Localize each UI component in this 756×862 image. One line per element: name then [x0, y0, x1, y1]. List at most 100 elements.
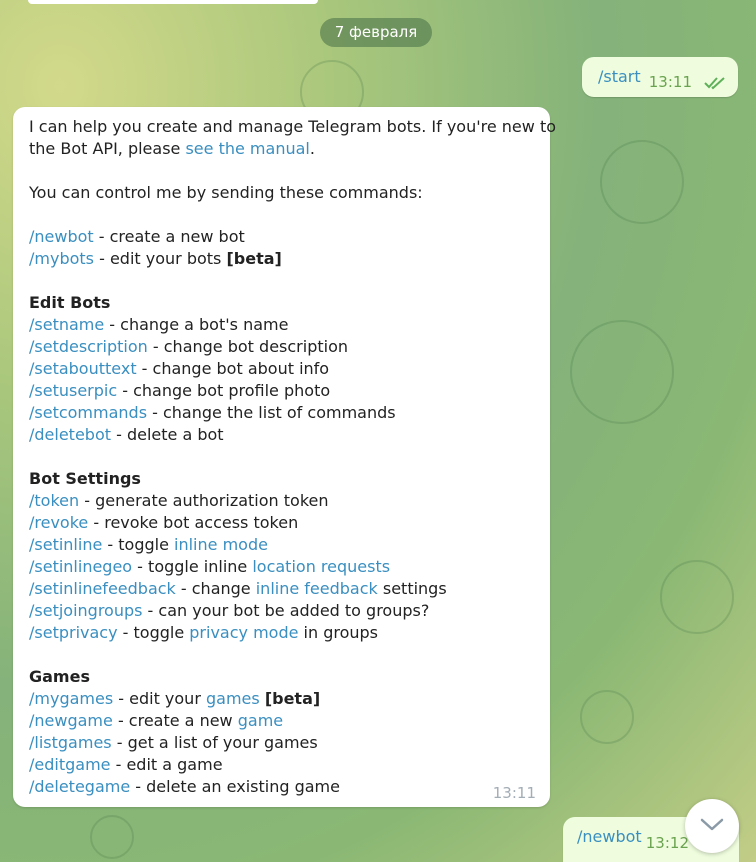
command-link-newbot[interactable]: /newbot: [29, 227, 94, 246]
command-line: /revoke - revoke bot access token: [29, 512, 534, 534]
games-link[interactable]: games: [206, 689, 260, 708]
text-span: the Bot API, please: [29, 139, 186, 158]
game-link[interactable]: game: [238, 711, 283, 730]
command-link-mybots[interactable]: /mybots: [29, 249, 94, 268]
inline-mode-link[interactable]: inline mode: [174, 535, 268, 554]
command-desc: - delete an existing game: [130, 777, 340, 796]
command-line: /setabouttext - change bot about info: [29, 358, 534, 380]
command-desc: - change: [175, 579, 256, 598]
background-doodle: [600, 140, 684, 224]
command-link-setname[interactable]: /setname: [29, 315, 104, 334]
command-desc: - delete a bot: [111, 425, 224, 444]
command-line: /setname - change a bot's name: [29, 314, 534, 336]
command-desc: - change bot profile photo: [117, 381, 331, 400]
command-desc: - change a bot's name: [104, 315, 289, 334]
bot-settings-heading: Bot Settings: [29, 469, 141, 488]
background-doodle: [570, 320, 674, 424]
command-link-setdescription[interactable]: /setdescription: [29, 337, 148, 356]
command-line: /newgame - create a new game: [29, 710, 534, 732]
command-desc: - change bot description: [147, 337, 348, 356]
command-line: /listgames - get a list of your games: [29, 732, 534, 754]
command-link-setabouttext[interactable]: /setabouttext: [29, 359, 137, 378]
background-doodle: [580, 690, 634, 744]
message-time: 13:12: [645, 834, 689, 852]
background-doodle: [660, 560, 734, 634]
command-line: /setjoingroups - can your bot be added t…: [29, 600, 534, 622]
text-line: You can control me by sending these comm…: [29, 183, 423, 202]
edit-bots-heading: Edit Bots: [29, 293, 111, 312]
manual-link[interactable]: see the manual: [185, 139, 309, 158]
message-time: 13:11: [492, 784, 536, 802]
text-span: .: [309, 139, 315, 158]
command-line: /mygames - edit your games [beta]: [29, 688, 534, 710]
command-link-newbot-sent[interactable]: /newbot: [577, 827, 642, 846]
section-heading: Games: [29, 666, 534, 688]
scroll-to-bottom-button[interactable]: [685, 799, 739, 853]
command-line: /deletegame - delete an existing game: [29, 776, 534, 798]
command-link-setcommands[interactable]: /setcommands: [29, 403, 147, 422]
bot-message-text: I can help you create and manage Telegra…: [29, 116, 557, 798]
command-desc: - edit a game: [110, 755, 223, 774]
command-desc: - change bot about info: [136, 359, 330, 378]
command-link-setinlinegeo[interactable]: /setinlinegeo: [29, 557, 132, 576]
command-desc: - can your bot be added to groups?: [142, 601, 430, 620]
command-line: /setuserpic - change bot profile photo: [29, 380, 534, 402]
beta-label: [beta]: [226, 249, 282, 268]
command-link-start[interactable]: /start: [598, 67, 641, 86]
beta-label: [beta]: [264, 689, 321, 708]
games-heading: Games: [29, 667, 90, 686]
command-link-listgames[interactable]: /listgames: [29, 733, 112, 752]
command-link-newgame[interactable]: /newgame: [29, 711, 113, 730]
section-heading: Edit Bots: [29, 292, 534, 314]
command-link-revoke[interactable]: /revoke: [29, 513, 88, 532]
text-line: I can help you create and manage Telegra…: [29, 117, 557, 136]
command-desc-tail: settings: [377, 579, 447, 598]
command-desc: - edit your bots: [94, 249, 227, 268]
command-desc: - toggle inline: [132, 557, 253, 576]
message-time: 13:11: [648, 73, 692, 91]
command-desc: - edit your: [113, 689, 206, 708]
command-link-setuserpic[interactable]: /setuserpic: [29, 381, 117, 400]
command-desc: - toggle: [117, 623, 190, 642]
command-desc-tail: in groups: [298, 623, 379, 642]
command-desc: - generate authorization token: [79, 491, 329, 510]
command-line: /token - generate authorization token: [29, 490, 534, 512]
command-link-editgame[interactable]: /editgame: [29, 755, 111, 774]
command-link-deletebot[interactable]: /deletebot: [29, 425, 111, 444]
command-link-token[interactable]: /token: [29, 491, 79, 510]
command-desc: - toggle: [102, 535, 175, 554]
background-doodle: [90, 815, 134, 859]
location-requests-link[interactable]: location requests: [252, 557, 390, 576]
command-desc: - create a new bot: [93, 227, 245, 246]
command-link-deletegame[interactable]: /deletegame: [29, 777, 130, 796]
command-line: /deletebot - delete a bot: [29, 424, 534, 446]
inline-feedback-link[interactable]: inline feedback: [256, 579, 378, 598]
command-line: /setinline - toggle inline mode: [29, 534, 534, 556]
command-line: /editgame - edit a game: [29, 754, 534, 776]
command-line: /mybots - edit your bots [beta]: [29, 248, 534, 270]
command-line: /setinlinefeedback - change inline feedb…: [29, 578, 534, 600]
command-link-mygames[interactable]: /mygames: [29, 689, 113, 708]
date-separator: 7 февраля: [320, 18, 432, 47]
double-check-icon: [704, 75, 726, 94]
command-line: /setcommands - change the list of comman…: [29, 402, 534, 424]
section-heading: Bot Settings: [29, 468, 534, 490]
command-link-setinlinefeedback[interactable]: /setinlinefeedback: [29, 579, 176, 598]
command-link-setjoingroups[interactable]: /setjoingroups: [29, 601, 142, 620]
text-line: the Bot API, please see the manual.: [29, 138, 534, 160]
command-line: /setprivacy - toggle privacy mode in gro…: [29, 622, 534, 644]
privacy-mode-link[interactable]: privacy mode: [189, 623, 298, 642]
outgoing-message[interactable]: /start 13:11: [582, 57, 738, 97]
command-link-setinline[interactable]: /setinline: [29, 535, 102, 554]
command-desc: - create a new: [112, 711, 238, 730]
command-line: /setinlinegeo - toggle inline location r…: [29, 556, 534, 578]
previous-message-edge: [28, 0, 318, 4]
bot-message: I can help you create and manage Telegra…: [13, 107, 557, 807]
command-desc: - revoke bot access token: [88, 513, 299, 532]
command-line: /setdescription - change bot description: [29, 336, 534, 358]
command-link-setprivacy[interactable]: /setprivacy: [29, 623, 118, 642]
